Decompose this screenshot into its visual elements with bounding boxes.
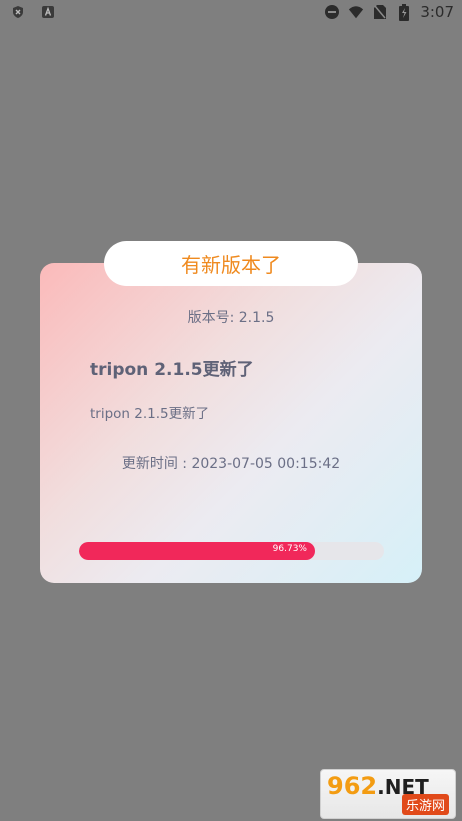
status-time: 3:07: [420, 3, 454, 21]
watermark-site: 乐游网: [401, 794, 449, 815]
update-description: tripon 2.1.5更新了: [90, 406, 210, 422]
version-label: 版本号: 2.1.5: [187, 310, 275, 326]
wifi-icon: [348, 4, 364, 20]
download-progress-bar: 96.73%: [79, 542, 384, 560]
dnd-icon: [324, 4, 340, 20]
battery-charging-icon: [396, 3, 412, 21]
progress-label: 96.73%: [272, 544, 307, 554]
update-headline: tripon 2.1.5更新了: [90, 360, 254, 380]
watermark-logo: 962.NET 乐游网: [320, 769, 456, 819]
update-time: 更新时间 : 2023-07-05 00:15:42: [121, 456, 341, 472]
no-sim-icon: [372, 4, 388, 20]
progress-fill: 96.73%: [79, 542, 315, 560]
a-icon: [40, 4, 56, 20]
status-bar: 3:07: [0, 0, 462, 26]
shield-x-icon: [10, 4, 26, 20]
dialog-title: 有新版本了: [104, 241, 358, 286]
